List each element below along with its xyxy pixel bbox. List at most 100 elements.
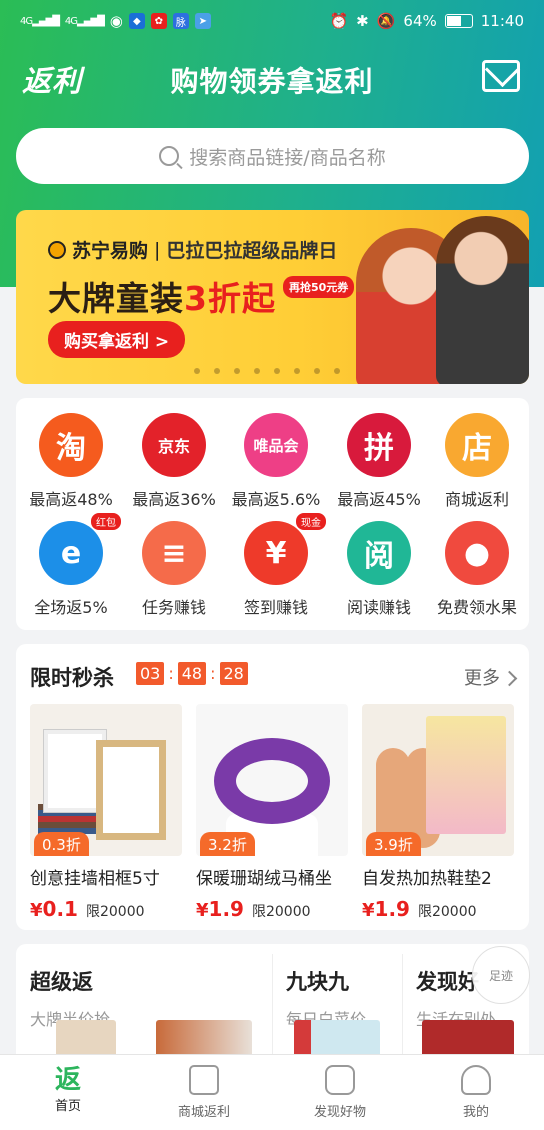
banner-buy-button[interactable]: 购买拿返利 > [48, 321, 186, 358]
carousel-dot[interactable] [254, 368, 260, 374]
suning-logo-icon [48, 240, 66, 259]
grid-item[interactable]: 店商城返利 [426, 413, 528, 510]
search-input[interactable]: 搜索商品链接/商品名称 [16, 128, 529, 184]
product-price: ¥0.1 [30, 897, 78, 921]
tab-mall-rebate[interactable]: 商城返利 [136, 1055, 272, 1130]
product-card[interactable]: 0.3折 创意挂墙相框5寸 ¥0.1 限20000 [30, 704, 182, 921]
product-image-photo-frame: 0.3折 [30, 704, 182, 856]
product-card[interactable]: 3.2折 保暖珊瑚绒马桶坐 ¥1.9 限20000 [196, 704, 348, 921]
countdown-timer: 03: 48: 28 [136, 662, 248, 685]
ele-icon: e 红包 [39, 513, 121, 585]
product-name: 保暖珊瑚绒马桶坐 [196, 869, 332, 889]
home-icon: 返 [54, 1065, 81, 1095]
vip-icon: 唯品会 [244, 413, 308, 477]
grid-item[interactable]: 唯品会最高返5.6% [225, 413, 327, 510]
feather-app-icon: ➤ [194, 13, 211, 29]
timer-seconds: 28 [219, 662, 248, 685]
grid-item-label: 最高返36% [132, 490, 216, 509]
tab-profile[interactable]: 我的 [408, 1055, 544, 1130]
grid-item[interactable]: e 红包全场返5% [20, 513, 122, 618]
flash-sale-title: 限时秒杀 [30, 666, 114, 690]
category-title: 九块九 [286, 970, 349, 994]
banner-headline-highlight: 3折起 [184, 279, 276, 318]
discount-badge: 3.2折 [200, 832, 255, 856]
title-bar: 返利 购物领券拿返利 [0, 50, 544, 106]
chevron-right-icon [501, 670, 518, 687]
flash-sale-section: 限时秒杀 03: 48: 28 更多 0.3折 创意挂墙相框5寸 ¥0.1 限20… [16, 644, 529, 930]
tab-home[interactable]: 返 首页 [0, 1055, 136, 1130]
grid-item[interactable]: ● 免费领水果 [426, 521, 528, 618]
carousel-dot[interactable] [334, 368, 340, 374]
price-value: 1.9 [374, 897, 410, 921]
price-value: 1.9 [208, 897, 244, 921]
alarm-icon: ⏰ [329, 12, 349, 30]
grid-icon-glyph: 拼 [364, 431, 394, 466]
grid-badge: 红包 [91, 513, 121, 530]
grid-item-label: 免费领水果 [436, 598, 517, 617]
grid-icon-glyph: 京东 [157, 437, 190, 456]
timer-minutes: 48 [177, 662, 207, 685]
carousel-dot[interactable] [274, 368, 280, 374]
grid-item[interactable]: 阅阅读赚钱 [328, 521, 430, 618]
product-card[interactable]: 3.9折 自发热加热鞋垫2 ¥1.9 限20000 [362, 704, 514, 921]
more-link[interactable]: 更多 [464, 664, 518, 690]
search-icon [159, 146, 180, 166]
grid-item[interactable]: ¥ 现金 签到赚钱 [225, 513, 327, 618]
timer-hours: 03 [136, 662, 165, 685]
grid-item[interactable]: 拼最高返45% [328, 413, 430, 510]
grid-item[interactable]: 淘最高返48% [20, 413, 122, 510]
read-icon: 阅 [347, 521, 411, 585]
grid-icon-glyph: 店 [462, 431, 492, 466]
product-price: ¥1.9 [196, 897, 244, 921]
footprint-button[interactable]: 足迹 [472, 946, 530, 1004]
divider [272, 954, 273, 1064]
carousel-dot[interactable] [314, 368, 320, 374]
bluetooth-icon: ✱ [356, 12, 369, 30]
grid-icon-glyph: ● [463, 535, 491, 571]
tab-discover[interactable]: 发现好物 [272, 1055, 408, 1130]
grid-icon-glyph: ≡ [161, 535, 187, 571]
taobao-icon: 淘 [39, 413, 103, 477]
product-name: 自发热加热鞋垫2 [362, 869, 492, 889]
grid-item-label: 全场返5% [34, 598, 108, 617]
banner-headline-prefix: 大牌童装 [48, 279, 184, 318]
carousel-dot[interactable] [214, 368, 220, 374]
product-limit: 限20000 [251, 904, 311, 920]
apple-icon: ● [445, 521, 509, 585]
discount-badge: 0.3折 [34, 832, 89, 856]
grid-icon-glyph: 淘 [56, 431, 86, 466]
grid-item-label: 阅读赚钱 [346, 598, 411, 617]
user-icon [461, 1065, 491, 1095]
currency-symbol: ¥ [362, 900, 375, 921]
clock: 11:40 [480, 12, 524, 30]
grid-icon-glyph: 唯品会 [253, 436, 299, 455]
category-title: 超级返 [30, 970, 93, 994]
banner-brand-name: 苏宁易购 [72, 240, 149, 262]
currency-symbol: ¥ [196, 900, 209, 921]
carousel-dot[interactable] [194, 368, 200, 374]
carousel-dot[interactable] [294, 368, 300, 374]
search-placeholder: 搜索商品链接/商品名称 [189, 146, 386, 169]
divider [402, 954, 403, 1064]
network-type-label: 4G [20, 15, 33, 27]
promo-banner[interactable]: 苏宁易购 | 巴拉巴拉超级品牌日 大牌童装3折起 再抢50元券 购买拿返利 > [16, 210, 529, 384]
checkin-icon: ¥ 现金 [244, 513, 326, 585]
grid-item-label: 最高返5.6% [231, 490, 321, 509]
discover-box-icon [325, 1065, 355, 1095]
mail-icon[interactable] [482, 60, 520, 92]
price-value: 0.1 [42, 897, 78, 921]
grid-item[interactable]: ≡ 任务赚钱 [123, 521, 225, 618]
more-label: 更多 [464, 668, 500, 689]
product-price: ¥1.9 [362, 897, 410, 921]
carousel-indicator [194, 368, 340, 374]
status-bar: 4G▂▄▆█ 4G▂▄▆█ ◉ ◆ ✿ 脉 ➤ ⏰ ✱ 🔕 64% 11:40 [0, 0, 544, 42]
category-section: 超级返 大牌半价抢 九块九 每日白菜价 发现好 生活在别处 [16, 944, 529, 1064]
product-name: 创意挂墙相框5寸 [30, 869, 160, 889]
carousel-dot[interactable] [234, 368, 240, 374]
banner-headline: 大牌童装3折起 [48, 272, 276, 320]
grid-item[interactable]: 京东最高返36% [123, 413, 225, 510]
tab-label: 商城返利 [177, 1105, 230, 1120]
shield-app-icon: ◆ [128, 13, 145, 29]
app-notification-icon: ✿ [150, 13, 167, 29]
footprint-label: 足迹 [488, 968, 513, 983]
